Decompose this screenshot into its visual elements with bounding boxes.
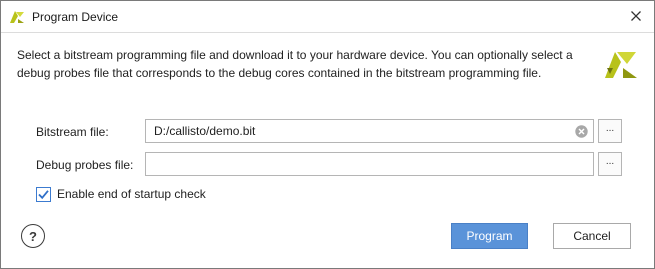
program-button[interactable]: Program bbox=[451, 223, 528, 249]
close-icon bbox=[630, 10, 642, 25]
cancel-button[interactable]: Cancel bbox=[553, 223, 631, 249]
help-button[interactable]: ? bbox=[21, 224, 45, 248]
dialog-description: Select a bitstream programming file and … bbox=[17, 48, 573, 80]
bitstream-file-value: D:/callisto/demo.bit bbox=[154, 124, 256, 138]
startup-check-checkbox[interactable] bbox=[36, 186, 51, 202]
program-device-dialog: Program Device Select a bitstream progra… bbox=[0, 0, 655, 269]
browse-label: ... bbox=[605, 156, 615, 167]
debug-probes-file-input[interactable] bbox=[145, 152, 594, 176]
browse-label: ... bbox=[605, 123, 615, 134]
bitstream-file-label: Bitstream file: bbox=[36, 125, 109, 139]
checkmark-icon bbox=[38, 189, 49, 199]
close-button[interactable] bbox=[624, 5, 648, 29]
dialog-title: Program Device bbox=[32, 10, 119, 24]
bitstream-file-input[interactable]: D:/callisto/demo.bit bbox=[145, 119, 594, 143]
clear-icon[interactable] bbox=[575, 125, 588, 138]
help-icon: ? bbox=[29, 228, 37, 244]
title-bar: Program Device bbox=[1, 1, 654, 33]
probes-browse-button[interactable]: ... bbox=[598, 152, 622, 176]
debug-probes-file-label: Debug probes file: bbox=[36, 158, 134, 172]
startup-check-option[interactable]: Enable end of startup check bbox=[36, 186, 206, 202]
startup-check-label: Enable end of startup check bbox=[57, 187, 206, 201]
xilinx-logo-icon bbox=[603, 46, 639, 82]
bitstream-browse-button[interactable]: ... bbox=[598, 119, 622, 143]
xilinx-logo-icon bbox=[9, 9, 25, 25]
